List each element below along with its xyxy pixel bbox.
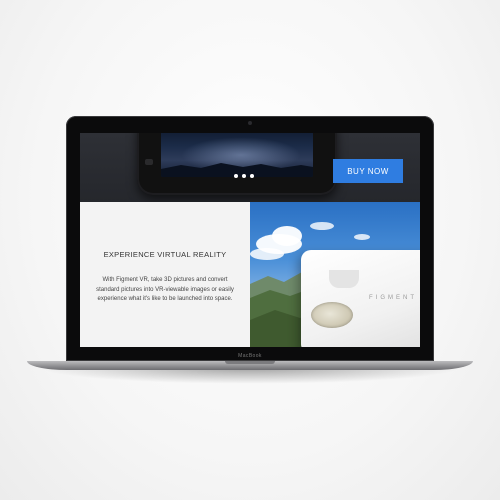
carousel-dot-icon[interactable]	[234, 174, 238, 178]
hero-banner: BUY NOW	[80, 133, 420, 202]
phone-home-button	[145, 159, 153, 165]
headset-lens	[311, 302, 353, 328]
device-brand-label: MacBook	[238, 353, 262, 359]
vr-headset-image: FIGMENT	[301, 250, 420, 347]
carousel-dot-icon[interactable]	[242, 174, 246, 178]
feature-description: With Figment VR, take 3D pictures and co…	[96, 277, 234, 302]
carousel-dot-icon[interactable]	[250, 174, 254, 178]
feature-image: FIGMENT	[250, 202, 420, 347]
laptop-notch	[225, 361, 275, 364]
phone-image	[137, 133, 337, 195]
camera-icon	[248, 121, 252, 125]
laptop-screen: BUY NOW EXPERIENCE VIRTUAL REALITY With …	[80, 133, 420, 347]
feature-text-panel: EXPERIENCE VIRTUAL REALITY With Figment …	[80, 202, 250, 347]
phone-screen	[161, 133, 313, 177]
headset-cutout	[329, 270, 359, 288]
laptop-chin: MacBook	[66, 353, 434, 361]
laptop-lid: BUY NOW EXPERIENCE VIRTUAL REALITY With …	[66, 116, 434, 361]
laptop-shadow	[40, 368, 460, 384]
buy-now-button[interactable]: BUY NOW	[333, 159, 403, 183]
laptop-base	[27, 361, 473, 370]
carousel-indicator[interactable]	[234, 174, 254, 178]
feature-title: EXPERIENCE VIRTUAL REALITY	[103, 250, 227, 259]
headset-brand: FIGMENT	[369, 295, 417, 301]
